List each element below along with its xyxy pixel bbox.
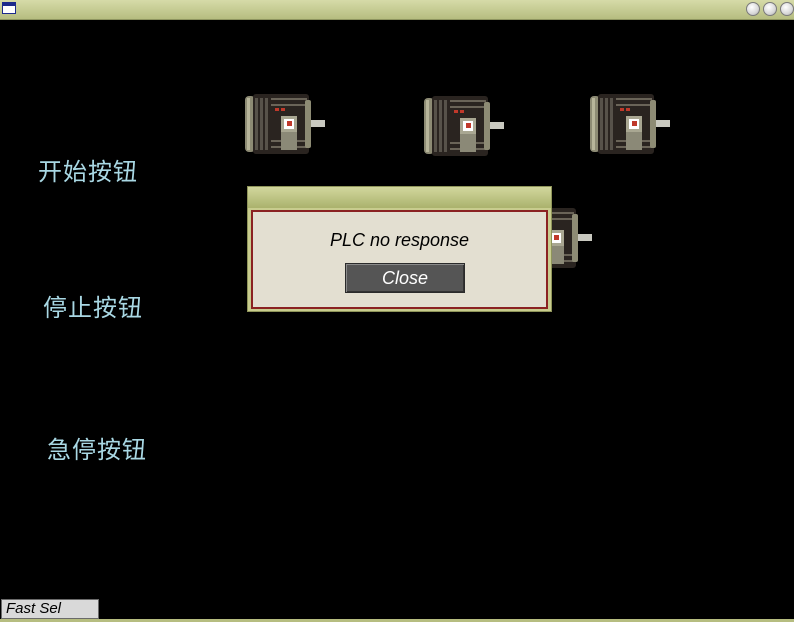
- motor-icon: [424, 96, 504, 156]
- motor-icon: [590, 94, 670, 154]
- close-button[interactable]: Close: [345, 263, 465, 293]
- plc-error-dialog: PLC no response Close: [247, 186, 552, 312]
- motor-icon: [245, 94, 325, 154]
- close-window-button[interactable]: [780, 2, 794, 16]
- dialog-message: PLC no response: [329, 230, 470, 250]
- maximize-button[interactable]: [763, 2, 777, 16]
- emergency-stop-button-label[interactable]: 急停按钮: [47, 430, 147, 465]
- stop-button-label[interactable]: 停止按钮: [43, 288, 143, 323]
- start-button-label[interactable]: 开始按钮: [38, 152, 138, 187]
- window-titlebar[interactable]: [0, 0, 794, 20]
- minimize-button[interactable]: [746, 2, 760, 16]
- dialog-titlebar[interactable]: [248, 187, 551, 208]
- fast-sel-button[interactable]: Fast Sel: [1, 599, 99, 619]
- dialog-body: PLC no response Close: [251, 210, 548, 309]
- app-window-icon[interactable]: [2, 2, 16, 14]
